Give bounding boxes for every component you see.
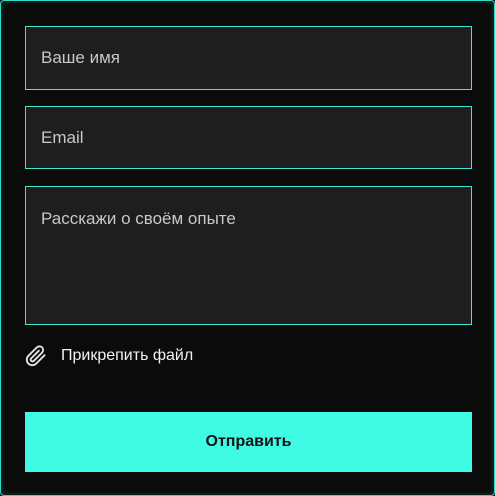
experience-textarea[interactable] xyxy=(25,186,472,325)
name-input[interactable] xyxy=(25,26,472,90)
attach-file-label: Прикрепить файл xyxy=(61,347,194,364)
submit-button[interactable]: Отправить xyxy=(25,412,472,472)
paperclip-icon xyxy=(25,345,47,367)
email-input[interactable] xyxy=(25,106,472,169)
attach-file-button[interactable]: Прикрепить файл xyxy=(25,342,193,370)
contact-form: Прикрепить файл Отправить xyxy=(0,0,495,496)
